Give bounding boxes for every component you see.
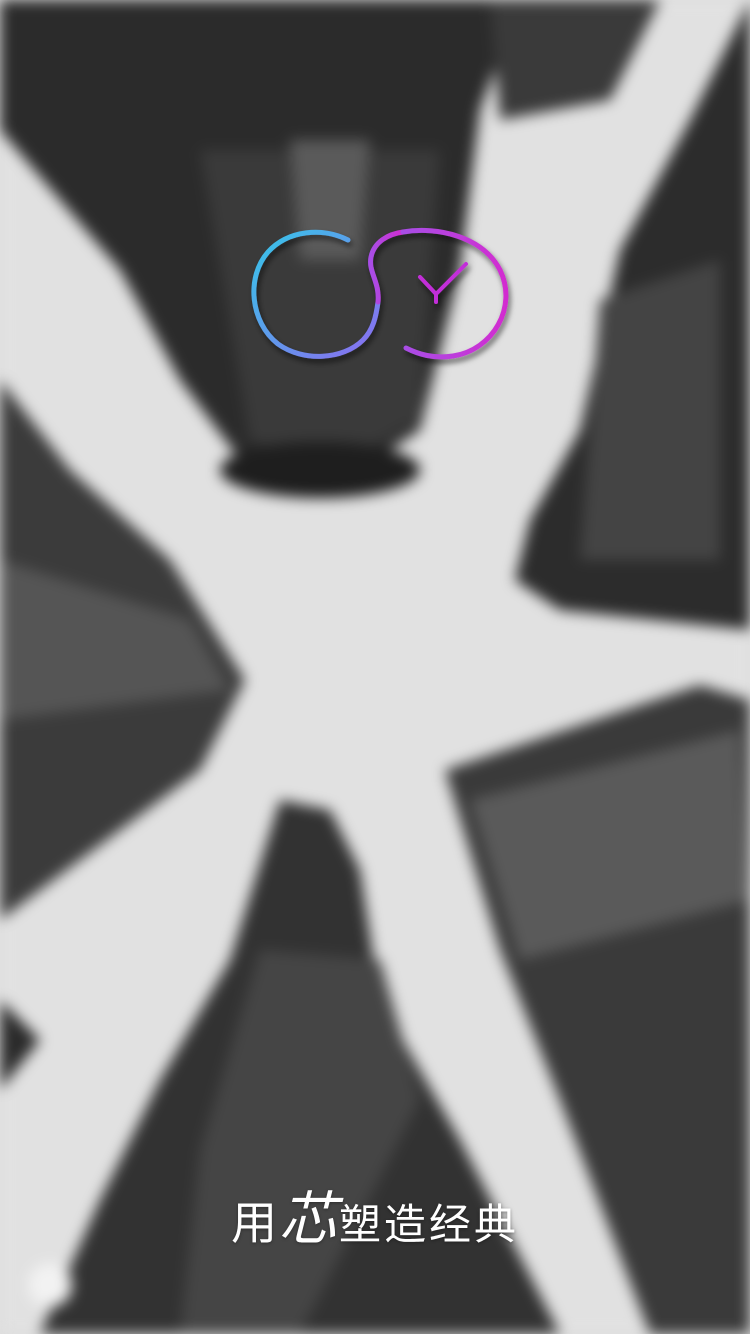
splash-screen: 用芯塑造经典 [0,0,750,1334]
slogan-part-3: 塑造经典 [339,1200,520,1249]
infinity-clock-logo-icon [251,227,509,360]
slogan-part-2: 芯 [278,1185,339,1253]
slogan-part-1: 用 [230,1196,279,1250]
slogan: 用芯塑造经典 [0,1172,750,1256]
background-photo [0,0,750,1334]
